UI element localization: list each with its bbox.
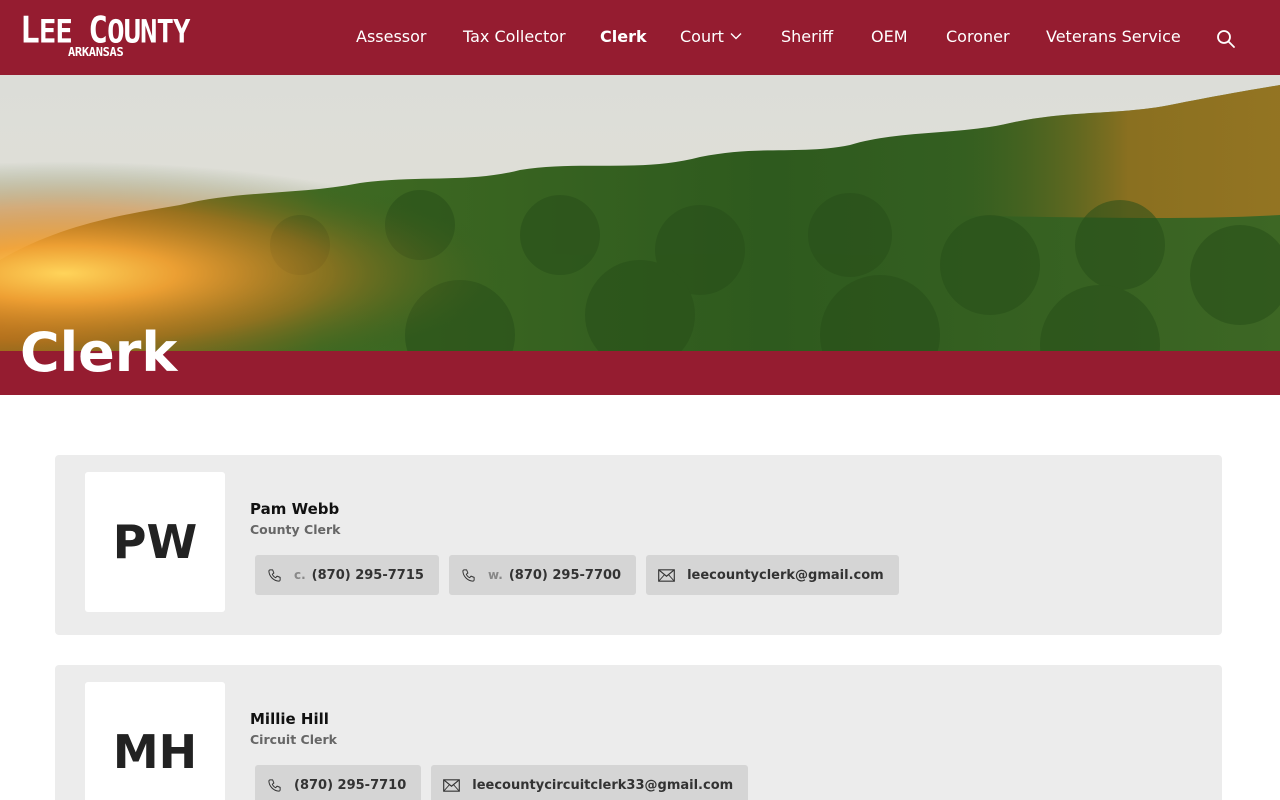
mail-icon: [443, 778, 461, 792]
search-button[interactable]: [1216, 29, 1236, 49]
nav-item-court[interactable]: Court: [680, 27, 742, 46]
contact-title: Circuit Clerk: [250, 732, 337, 747]
nav-item-oem[interactable]: OEM: [871, 27, 908, 46]
nav-item-assessor[interactable]: Assessor: [356, 27, 427, 46]
nav-item-court-label: Court: [680, 27, 724, 46]
phone-number: (870) 295-7715: [311, 567, 424, 583]
site-header: LEE COUNTY ARKANSAS Assessor Tax Collect…: [0, 0, 1280, 75]
contact-card: PW Pam Webb County Clerk c. (870) 295-77…: [55, 455, 1222, 635]
mail-icon: [658, 568, 675, 582]
nav-item-coroner[interactable]: Coroner: [946, 27, 1010, 46]
hero-title-bar: [0, 351, 1280, 395]
phone-link[interactable]: (870) 295-7710: [255, 765, 422, 800]
search-icon: [1217, 30, 1235, 48]
page-title: Clerk: [20, 321, 178, 384]
contact-name: Pam Webb: [250, 500, 340, 518]
nav-item-tax-collector[interactable]: Tax Collector: [463, 27, 566, 46]
contact-links: (870) 295-7710 leecountycircuitclerk33@g…: [255, 765, 749, 800]
phone-prefix: c.: [294, 568, 306, 582]
phone-icon: [462, 568, 475, 582]
email-link[interactable]: leecountyclerk@gmail.com: [646, 555, 899, 595]
avatar: PW: [85, 472, 225, 612]
chevron-down-icon: [730, 33, 742, 40]
contact-title: County Clerk: [250, 522, 341, 537]
main-nav: Assessor Tax Collector Clerk Court Sheri…: [0, 0, 1280, 75]
phone-number: (870) 295-7700: [508, 567, 622, 583]
phone-number: (870) 295-7710: [294, 777, 407, 793]
email-link[interactable]: leecountycircuitclerk33@gmail.com: [431, 765, 749, 800]
email-address: leecountycircuitclerk33@gmail.com: [472, 777, 734, 793]
nav-item-sheriff[interactable]: Sheriff: [781, 27, 833, 46]
contact-name: Millie Hill: [250, 710, 329, 728]
work-phone-link[interactable]: w. (870) 295-7700: [448, 555, 637, 595]
phone-icon: [268, 568, 281, 582]
email-address: leecountyclerk@gmail.com: [687, 567, 884, 583]
cell-phone-link[interactable]: c. (870) 295-7715: [255, 555, 439, 595]
hero-banner: [0, 75, 1280, 395]
contact-card: MH Millie Hill Circuit Clerk (870) 295-7…: [55, 665, 1222, 800]
hero-forest-image: [0, 75, 1280, 395]
nav-item-clerk[interactable]: Clerk: [600, 27, 647, 46]
phone-icon: [268, 778, 281, 792]
nav-item-veterans-service[interactable]: Veterans Service: [1046, 27, 1181, 46]
contact-links: c. (870) 295-7715 w. (870) 295-7700 leec…: [255, 555, 899, 595]
phone-prefix: w.: [487, 568, 503, 582]
avatar: MH: [85, 682, 225, 800]
